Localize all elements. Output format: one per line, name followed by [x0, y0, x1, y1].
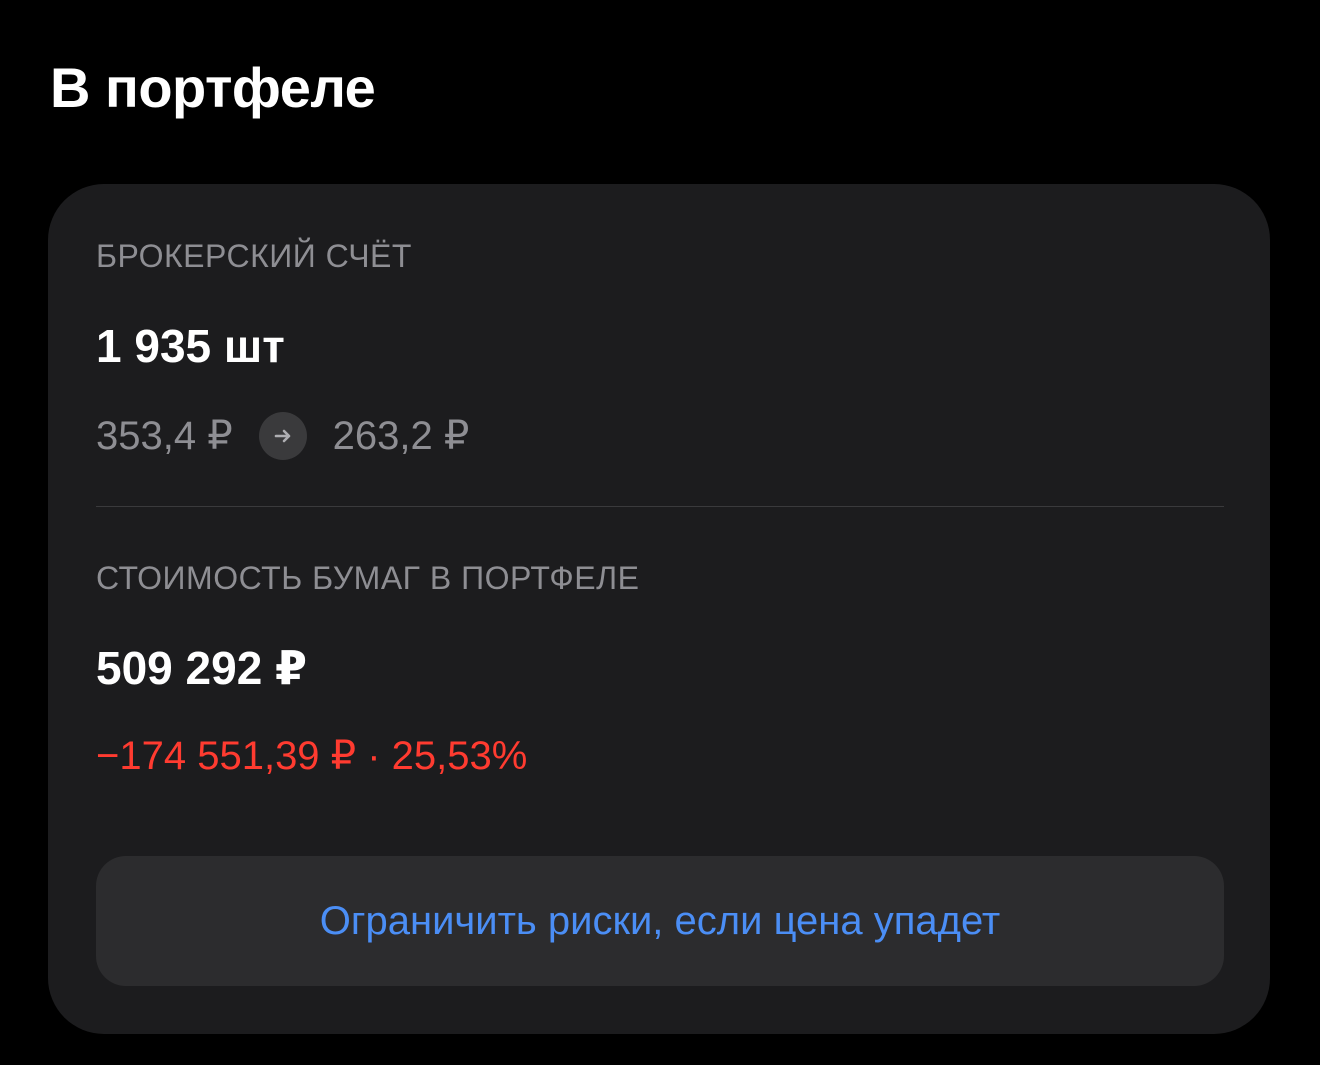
portfolio-value-label: СТОИМОСТЬ БУМАГ В ПОРТФЕЛЕ — [96, 560, 640, 596]
limit-risk-button[interactable]: Ограничить риски, если цена упадет — [96, 856, 1224, 986]
page-title: В портфеле — [50, 56, 376, 119]
portfolio-card: БРОКЕРСКИЙ СЧЁТ 1 935 шт 353,4 ₽ 263,2 ₽… — [48, 184, 1270, 1034]
divider — [96, 506, 1224, 507]
average-price: 353,4 ₽ — [96, 414, 233, 458]
arrow-right-icon-glyph — [274, 429, 290, 443]
price-row: 353,4 ₽ 263,2 ₽ — [96, 412, 469, 460]
quantity-value: 1 935 шт — [96, 320, 285, 372]
arrow-right-icon — [258, 412, 307, 460]
portfolio-value: 509 292 ₽ — [96, 642, 308, 694]
limit-risk-button-label: Ограничить риски, если цена упадет — [319, 898, 1001, 943]
portfolio-change: −174 551,39 ₽ · 25,53% — [96, 734, 528, 778]
brokerage-account-label: БРОКЕРСКИЙ СЧЁТ — [96, 238, 412, 274]
current-price: 263,2 ₽ — [332, 414, 470, 458]
